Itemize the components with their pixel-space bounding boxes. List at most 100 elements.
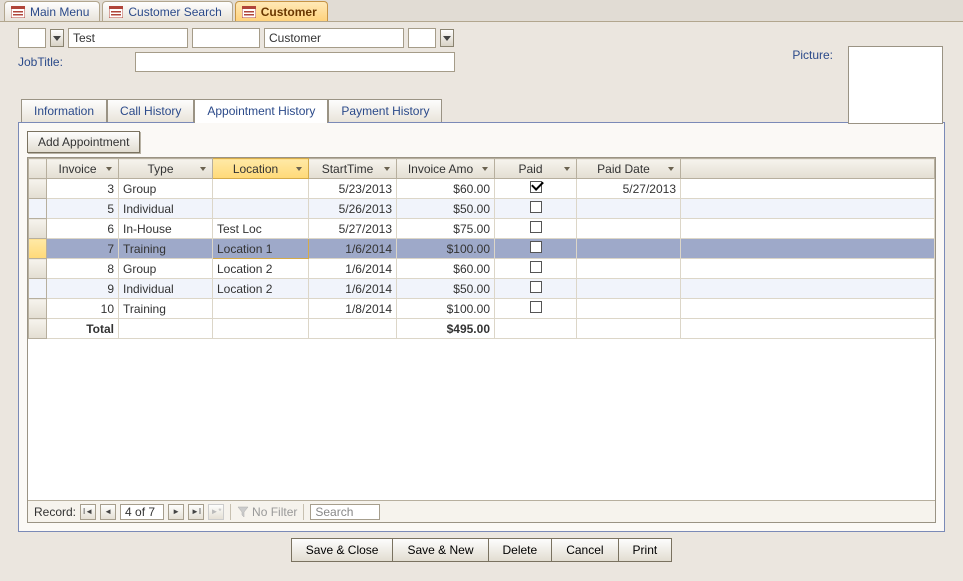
last-name-field[interactable]: Customer: [264, 28, 404, 48]
paid-checkbox[interactable]: [530, 241, 542, 253]
cell[interactable]: Individual: [119, 279, 213, 299]
cell[interactable]: [681, 279, 935, 299]
save-new-button[interactable]: Save & New: [393, 538, 488, 562]
cell[interactable]: [577, 219, 681, 239]
cell[interactable]: Individual: [119, 199, 213, 219]
chevron-down-icon[interactable]: [666, 164, 676, 174]
search-input[interactable]: Search: [310, 504, 380, 520]
window-tab-main-menu[interactable]: Main Menu: [4, 1, 100, 21]
chevron-down-icon[interactable]: [562, 164, 572, 174]
cell[interactable]: [577, 299, 681, 319]
cell[interactable]: [577, 259, 681, 279]
paid-checkbox[interactable]: [530, 201, 542, 213]
paid-checkbox[interactable]: [530, 221, 542, 233]
cell[interactable]: [495, 299, 577, 319]
col-invoice[interactable]: Invoice: [47, 159, 119, 179]
prefix-combo[interactable]: [18, 28, 46, 48]
prefix-combo-button[interactable]: [50, 29, 64, 47]
cell[interactable]: [681, 239, 935, 259]
cell[interactable]: 1/8/2014: [309, 299, 397, 319]
paid-checkbox[interactable]: [530, 281, 542, 293]
cell[interactable]: Test Loc: [213, 219, 309, 239]
col-invoice-amount[interactable]: Invoice Amo: [397, 159, 495, 179]
cell[interactable]: [29, 179, 47, 199]
cell[interactable]: $100.00: [397, 239, 495, 259]
table-row[interactable]: 10Training 1/8/2014$100.00: [29, 299, 935, 319]
table-row[interactable]: 3Group5/23/2013$60.005/27/2013: [29, 179, 935, 199]
table-row[interactable]: 7TrainingLocation 11/6/2014$100.00: [29, 239, 935, 259]
cell[interactable]: 10: [47, 299, 119, 319]
cell[interactable]: [213, 299, 309, 319]
cell[interactable]: [495, 239, 577, 259]
cell[interactable]: [577, 239, 681, 259]
cell[interactable]: $50.00: [397, 199, 495, 219]
cell[interactable]: 8: [47, 259, 119, 279]
cell[interactable]: [681, 179, 935, 199]
cell[interactable]: Location 2: [213, 259, 309, 279]
cell[interactable]: 1/6/2014: [309, 239, 397, 259]
add-appointment-button[interactable]: Add Appointment: [27, 131, 140, 153]
cell[interactable]: [495, 199, 577, 219]
chevron-down-icon[interactable]: [198, 164, 208, 174]
cell[interactable]: [681, 199, 935, 219]
cell[interactable]: 5/27/2013: [577, 179, 681, 199]
nav-prev-button[interactable]: ◄: [100, 504, 116, 520]
chevron-down-icon[interactable]: [104, 164, 114, 174]
cell[interactable]: $50.00: [397, 279, 495, 299]
cell[interactable]: Group: [119, 179, 213, 199]
tab-call-history[interactable]: Call History: [107, 99, 194, 122]
cell[interactable]: Training: [119, 299, 213, 319]
tab-payment-history[interactable]: Payment History: [328, 99, 442, 122]
table-row[interactable]: 6In-HouseTest Loc5/27/2013$75.00: [29, 219, 935, 239]
cell[interactable]: 1/6/2014: [309, 279, 397, 299]
cell[interactable]: Location 2: [213, 279, 309, 299]
tab-information[interactable]: Information: [21, 99, 107, 122]
row-selector-header[interactable]: [29, 159, 47, 179]
cell[interactable]: [29, 279, 47, 299]
cell[interactable]: [29, 219, 47, 239]
window-tab-customer-search[interactable]: Customer Search: [102, 1, 232, 21]
cell[interactable]: 5/26/2013: [309, 199, 397, 219]
no-filter-indicator[interactable]: No Filter: [237, 505, 297, 519]
chevron-down-icon[interactable]: [294, 164, 304, 174]
record-position[interactable]: 4 of 7: [120, 504, 164, 520]
window-tab-customer[interactable]: Customer: [235, 1, 328, 21]
cell[interactable]: 5: [47, 199, 119, 219]
first-name-field[interactable]: Test: [68, 28, 188, 48]
cell[interactable]: [495, 179, 577, 199]
cell[interactable]: [213, 199, 309, 219]
cell[interactable]: 6: [47, 219, 119, 239]
col-location[interactable]: Location: [213, 159, 309, 179]
chevron-down-icon[interactable]: [480, 164, 490, 174]
cell[interactable]: [29, 239, 47, 259]
cell[interactable]: In-House: [119, 219, 213, 239]
delete-button[interactable]: Delete: [489, 538, 553, 562]
nav-last-button[interactable]: ►I: [188, 504, 204, 520]
paid-checkbox[interactable]: [530, 261, 542, 273]
nav-first-button[interactable]: I◄: [80, 504, 96, 520]
cancel-button[interactable]: Cancel: [552, 538, 618, 562]
cell[interactable]: $100.00: [397, 299, 495, 319]
cell[interactable]: $75.00: [397, 219, 495, 239]
cell[interactable]: 1/6/2014: [309, 259, 397, 279]
suffix-combo[interactable]: [408, 28, 436, 48]
nav-next-button[interactable]: ►: [168, 504, 184, 520]
cell[interactable]: [495, 259, 577, 279]
cell[interactable]: [495, 219, 577, 239]
suffix-combo-button[interactable]: [440, 29, 454, 47]
table-row[interactable]: 8GroupLocation 21/6/2014$60.00: [29, 259, 935, 279]
picture-box[interactable]: [848, 46, 943, 124]
col-starttime[interactable]: StartTime: [309, 159, 397, 179]
print-button[interactable]: Print: [619, 538, 673, 562]
paid-checkbox[interactable]: [530, 301, 542, 313]
cell[interactable]: 5/23/2013: [309, 179, 397, 199]
save-close-button[interactable]: Save & Close: [291, 538, 394, 562]
cell[interactable]: [681, 299, 935, 319]
col-type[interactable]: Type: [119, 159, 213, 179]
cell[interactable]: [495, 279, 577, 299]
cell[interactable]: [577, 199, 681, 219]
cell[interactable]: [681, 219, 935, 239]
tab-appointment-history[interactable]: Appointment History: [194, 99, 328, 123]
jobtitle-field[interactable]: [135, 52, 455, 72]
cell[interactable]: [29, 299, 47, 319]
